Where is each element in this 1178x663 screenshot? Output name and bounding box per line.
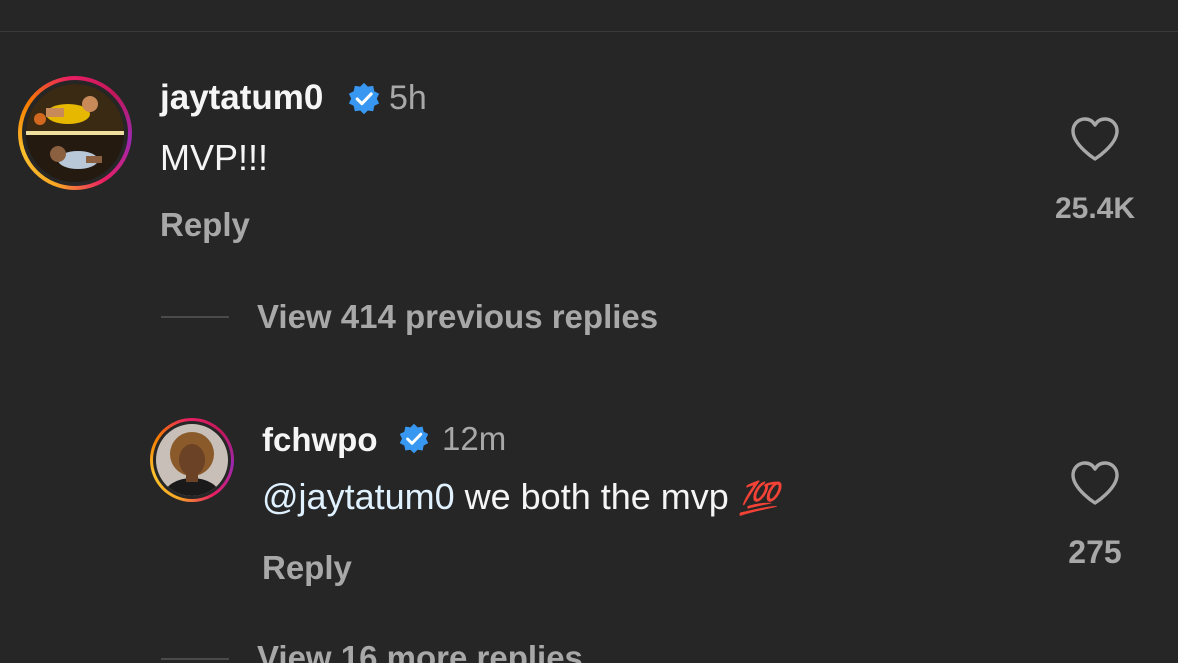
comment-timestamp: 5h (389, 79, 427, 117)
comment-username[interactable]: jaytatum0 (160, 78, 323, 118)
like-count: 25.4K (1054, 192, 1136, 225)
reply-button[interactable]: Reply (262, 548, 352, 588)
like-count: 275 (1068, 534, 1122, 570)
comments-panel: jaytatum0 5h MVP!!! Reply 25.4K View 414… (0, 0, 1178, 663)
reply-text: @jaytatum0 we both the mvp 💯 (262, 476, 779, 519)
divider (0, 31, 1178, 32)
reply-button[interactable]: Reply (160, 205, 250, 245)
thread-line (161, 316, 229, 318)
reply-username[interactable]: fchwpo (262, 421, 377, 459)
avatar[interactable] (156, 424, 228, 496)
avatar[interactable] (26, 84, 124, 182)
reply-body: we both the mvp (454, 476, 739, 517)
view-previous-replies-button[interactable]: View 414 previous replies (257, 297, 658, 337)
avatar-story-ring[interactable] (150, 418, 234, 502)
view-more-replies-button[interactable]: View 16 more replies (257, 638, 583, 663)
avatar-story-ring[interactable] (18, 76, 132, 190)
heart-outline-icon[interactable] (1070, 116, 1120, 162)
comment-text: MVP!!! (160, 137, 269, 178)
verified-badge-icon (399, 423, 429, 454)
mention-link[interactable]: @jaytatum0 (262, 476, 455, 517)
hundred-points-emoji: 💯 (738, 480, 779, 516)
heart-outline-icon[interactable] (1070, 460, 1120, 506)
reply-timestamp: 12m (442, 420, 507, 457)
verified-badge-icon (348, 82, 380, 115)
thread-line (161, 658, 229, 660)
